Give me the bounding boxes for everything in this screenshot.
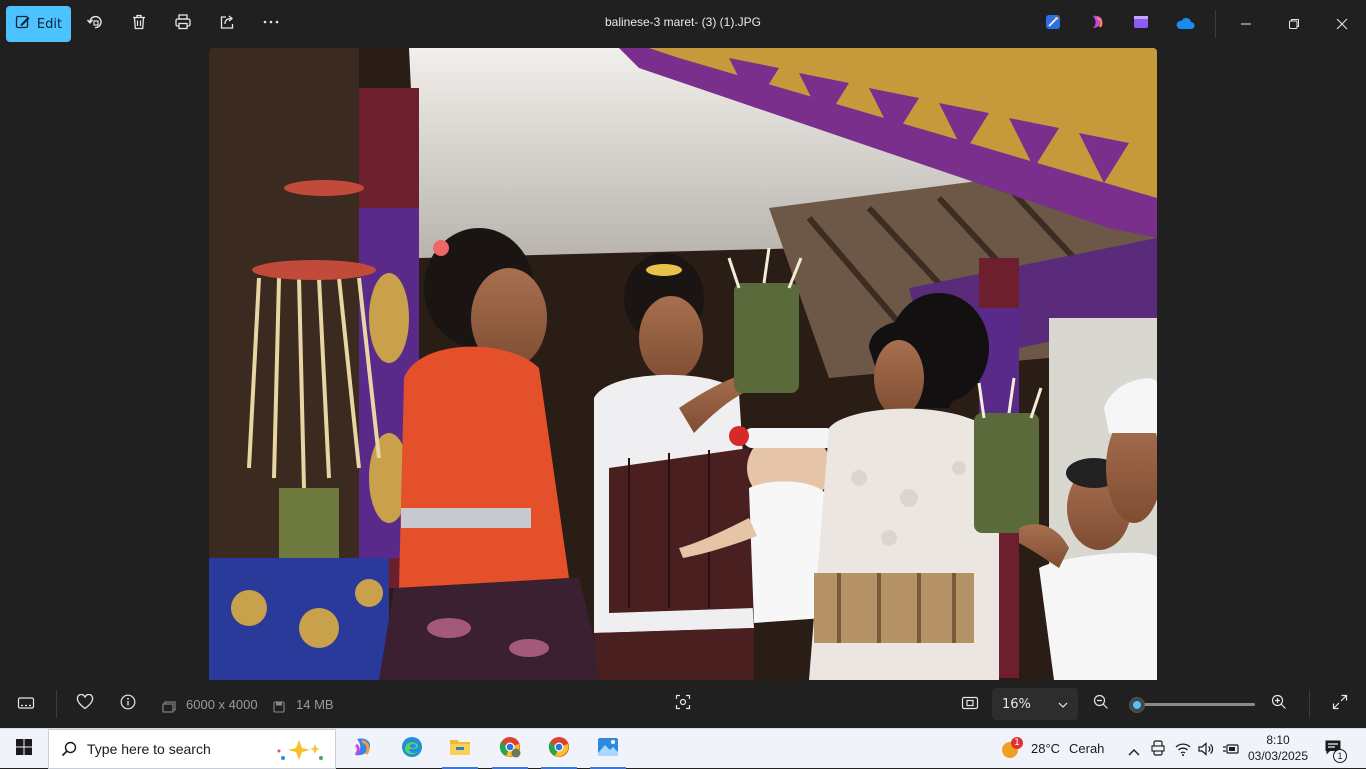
filmstrip-icon xyxy=(17,695,35,714)
taskbar-photos[interactable] xyxy=(586,729,630,769)
notification-badge: 1 xyxy=(1333,749,1347,763)
toolbar-divider xyxy=(1215,10,1216,38)
maximize-button[interactable] xyxy=(1271,0,1317,48)
clock-date: 03/03/2025 xyxy=(1247,749,1309,763)
chevron-down-icon xyxy=(1058,697,1068,712)
visual-search-icon xyxy=(675,694,691,714)
taskbar-copilot[interactable] xyxy=(341,729,385,769)
zoom-level-value: 16% xyxy=(1002,696,1031,712)
onedrive-cloud-icon xyxy=(1175,15,1195,34)
search-placeholder: Type here to search xyxy=(87,741,211,757)
chrome-icon xyxy=(547,735,571,763)
weather-description[interactable]: Cerah xyxy=(1069,741,1104,756)
expand-icon xyxy=(1332,694,1348,714)
start-button[interactable] xyxy=(0,729,48,769)
file-size: 14 MB xyxy=(296,697,334,712)
weather-temperature[interactable]: 28°C xyxy=(1031,741,1060,756)
zoom-out-button[interactable] xyxy=(1083,688,1119,720)
windows-logo-icon xyxy=(16,739,32,759)
wifi-icon[interactable] xyxy=(1175,741,1191,760)
speaker-volume-icon[interactable] xyxy=(1198,741,1214,760)
share-button[interactable] xyxy=(209,6,245,42)
copilot-icon xyxy=(1089,13,1107,35)
favorite-button[interactable] xyxy=(67,688,103,720)
bottom-divider-right xyxy=(1309,690,1310,718)
more-icon xyxy=(262,13,280,35)
show-hidden-icons-chevron-up-icon[interactable] xyxy=(1127,742,1141,761)
phone-link-icon[interactable] xyxy=(1151,740,1165,760)
full-screen-button[interactable] xyxy=(1322,688,1358,720)
rotate-icon xyxy=(86,13,104,35)
copilot-icon xyxy=(351,735,375,763)
share-icon xyxy=(218,13,236,35)
battery-plugged-icon[interactable] xyxy=(1222,741,1240,760)
taskbar-search-box[interactable]: Type here to search xyxy=(48,729,336,769)
folder-icon xyxy=(448,736,472,762)
image-dimensions: 6000 x 4000 xyxy=(186,697,258,712)
resolution-icon xyxy=(162,698,176,717)
minimize-button[interactable] xyxy=(1223,0,1269,48)
close-button[interactable] xyxy=(1319,0,1365,48)
info-icon xyxy=(120,694,136,714)
zoom-slider-track[interactable] xyxy=(1131,703,1255,706)
trash-icon xyxy=(130,13,148,35)
delete-button[interactable] xyxy=(121,6,157,42)
top-toolbar: Edit balinese-3 maret- (3) (1).JPG xyxy=(0,0,1366,48)
designer-icon xyxy=(1044,13,1062,35)
chrome-icon xyxy=(498,735,522,763)
taskbar-clock[interactable]: 8:10 03/03/2025 xyxy=(1244,732,1312,764)
file-info-button[interactable] xyxy=(110,688,146,720)
clipchamp-app-button[interactable] xyxy=(1130,13,1152,35)
fit-to-window-icon xyxy=(961,695,979,714)
edge-icon xyxy=(400,735,424,763)
zoom-in-icon xyxy=(1271,694,1287,714)
onedrive-app-button[interactable] xyxy=(1174,13,1196,35)
edit-icon xyxy=(15,14,31,34)
clock-time: 8:10 xyxy=(1266,733,1290,747)
zoom-out-icon xyxy=(1093,694,1109,714)
visual-search-button[interactable] xyxy=(665,688,701,720)
file-size-icon xyxy=(273,698,285,717)
search-highlight-icon xyxy=(273,736,325,767)
taskbar-file-explorer[interactable] xyxy=(438,729,482,769)
zoom-in-button[interactable] xyxy=(1261,688,1297,720)
bottom-divider xyxy=(56,690,57,718)
restore-icon xyxy=(1288,15,1300,34)
file-title: balinese-3 maret- (3) (1).JPG xyxy=(604,15,762,29)
filmstrip-button[interactable] xyxy=(8,688,44,720)
edit-button[interactable]: Edit xyxy=(6,6,71,42)
edit-label: Edit xyxy=(36,16,63,32)
rotate-button[interactable] xyxy=(77,6,113,42)
search-icon xyxy=(61,741,77,757)
windows-taskbar: Type here to search 1 28°C Cerah 8:10 03… xyxy=(0,728,1366,769)
print-button[interactable] xyxy=(165,6,201,42)
printer-icon xyxy=(174,13,192,35)
zoom-slider-thumb[interactable] xyxy=(1129,697,1145,713)
taskbar-chrome-1[interactable] xyxy=(488,729,532,769)
minimize-icon xyxy=(1240,15,1252,34)
taskbar-chrome-2[interactable] xyxy=(537,729,581,769)
actual-size-button[interactable] xyxy=(952,688,988,720)
taskbar-edge[interactable] xyxy=(390,729,434,769)
weather-badge: 1 xyxy=(1011,737,1023,749)
heart-icon xyxy=(76,693,94,714)
photo-canvas[interactable] xyxy=(209,48,1157,680)
zoom-level-dropdown[interactable]: 16% xyxy=(992,688,1078,720)
photos-icon xyxy=(596,736,620,762)
close-icon xyxy=(1336,15,1348,34)
clipchamp-icon xyxy=(1132,13,1150,35)
more-options-button[interactable] xyxy=(253,6,289,42)
copilot-app-button[interactable] xyxy=(1087,13,1109,35)
designer-app-button[interactable] xyxy=(1042,13,1064,35)
photo-image xyxy=(209,48,1157,680)
photos-app-window: Edit balinese-3 maret- (3) (1).JPG 6000 … xyxy=(0,0,1366,728)
